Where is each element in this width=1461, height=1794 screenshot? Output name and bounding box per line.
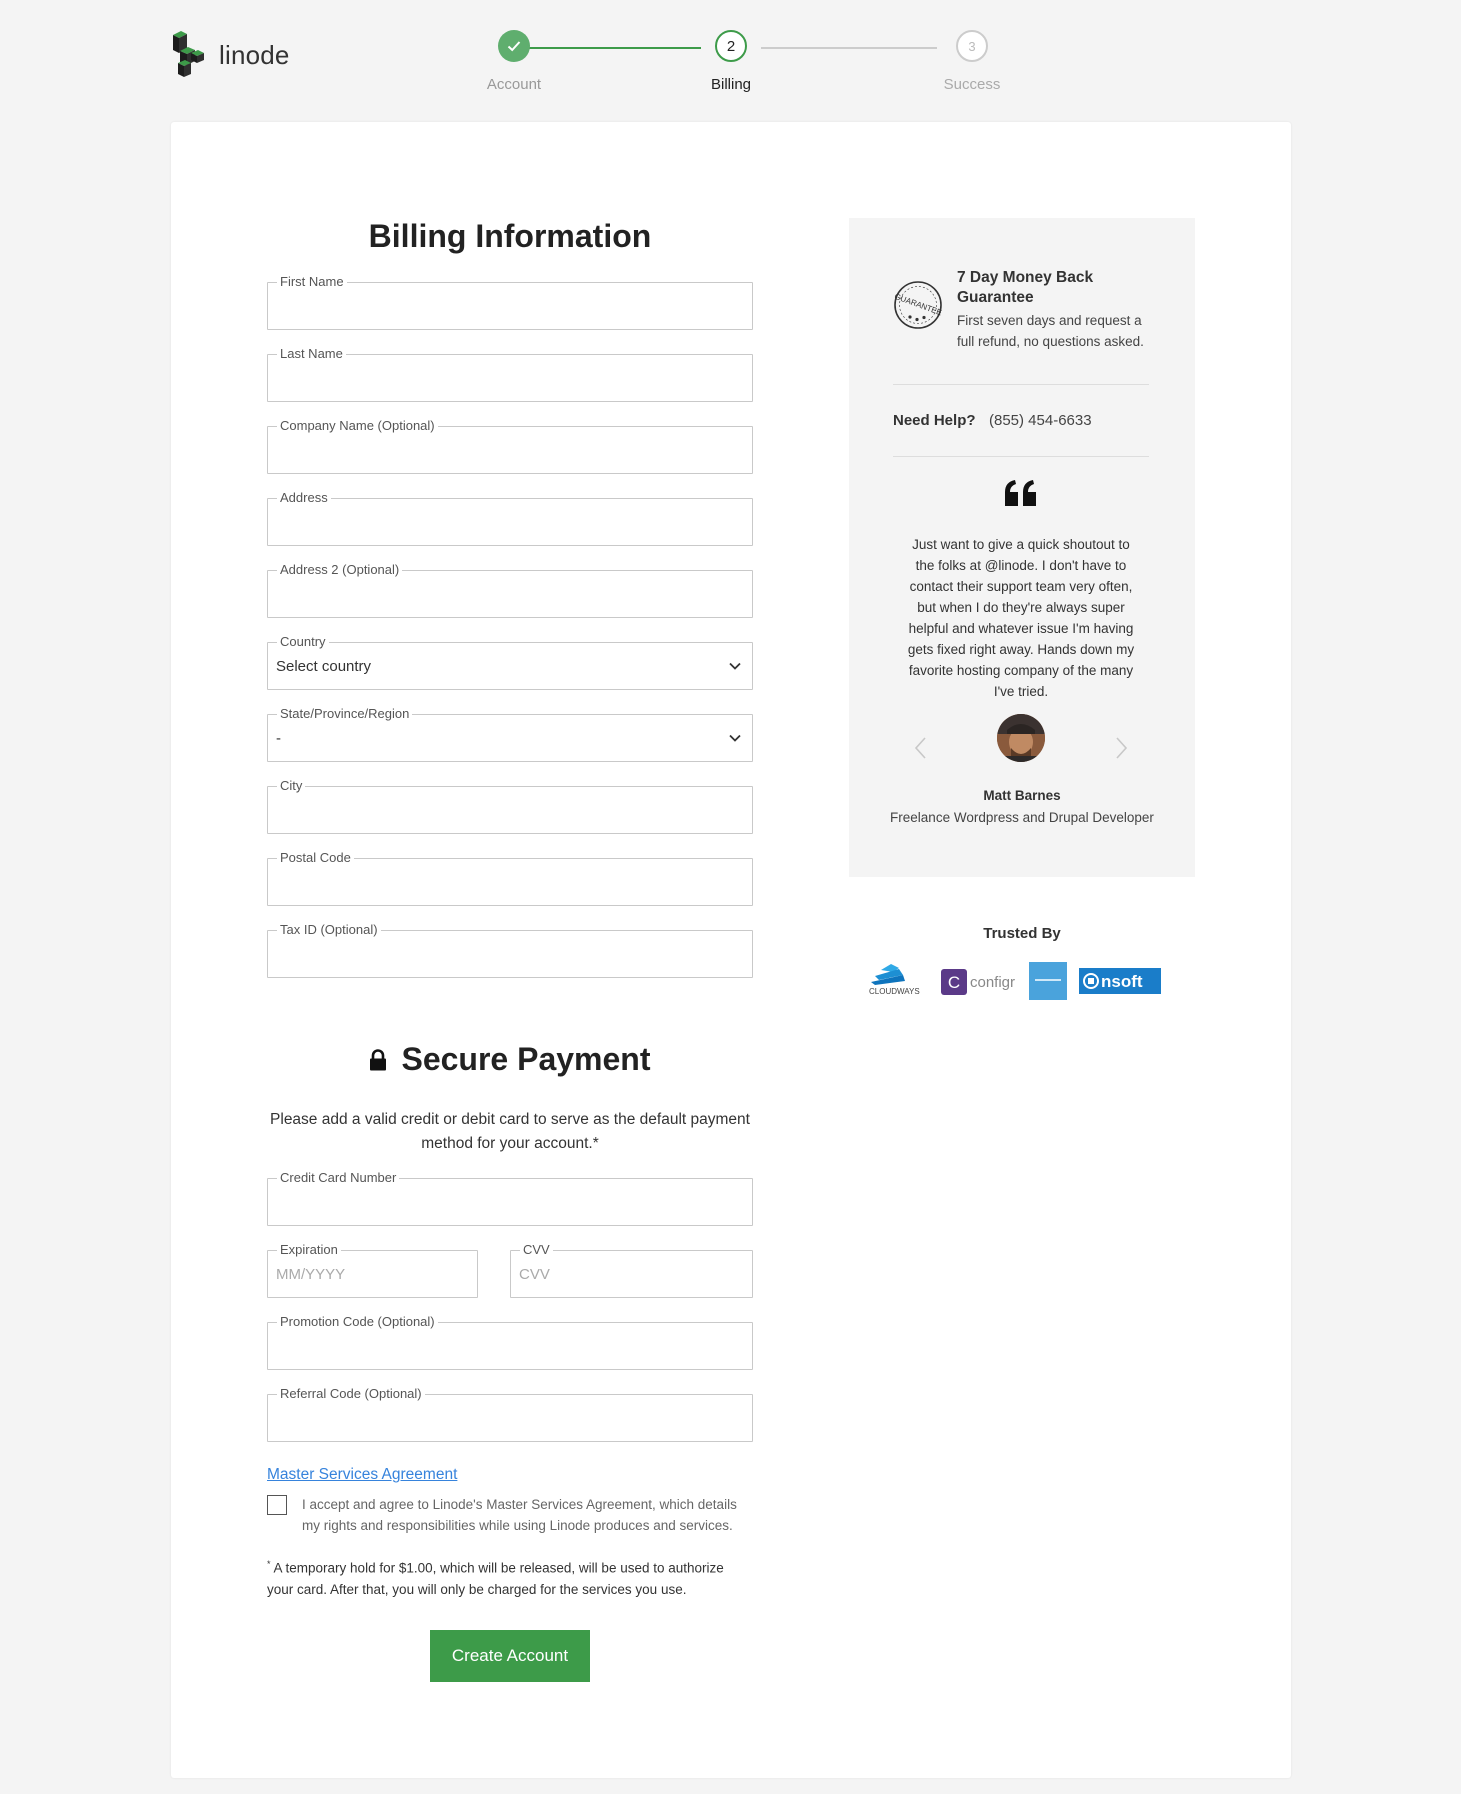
billing-title: Billing Information — [368, 218, 652, 254]
chevron-left-icon[interactable] — [913, 736, 929, 760]
guarantee-text: First seven days and request a full refu… — [957, 313, 1144, 349]
field-label: Expiration — [277, 1242, 341, 1258]
msa-link[interactable]: Master Services Agreement — [267, 1466, 457, 1484]
step-number: 3 — [956, 30, 988, 62]
lock-icon — [370, 1048, 387, 1070]
svg-text:nsoft: nsoft — [1101, 972, 1143, 991]
credit-card-number-field[interactable]: Credit Card Number — [267, 1170, 753, 1226]
secure-payment-heading: Secure Payment — [267, 1041, 753, 1078]
field-placeholder: CVV — [519, 1266, 550, 1283]
field-label: Last Name — [277, 346, 346, 362]
guarantee-seal-icon: GUARANTEE — [893, 281, 943, 329]
nsoft-logo: nsoft — [1079, 968, 1161, 994]
secure-payment-title: Secure Payment — [401, 1041, 651, 1077]
step-number: 2 — [715, 30, 747, 62]
linode-logo[interactable]: linode — [171, 31, 290, 79]
signup-card: Billing Information First Name Last Name… — [171, 122, 1291, 1778]
field-label: State/Province/Region — [277, 706, 413, 722]
quote-icon — [1005, 480, 1036, 506]
field-placeholder: MM/YYYY — [276, 1266, 346, 1283]
address2-field[interactable]: Address 2 (Optional) — [267, 562, 753, 618]
tax-id-field[interactable]: Tax ID (Optional) — [267, 922, 753, 978]
field-label: Company Name (Optional) — [277, 418, 438, 434]
trusted-by-title: Trusted By — [983, 925, 1061, 942]
promotion-code-field[interactable]: Promotion Code (Optional) — [267, 1314, 753, 1370]
info-sidebar: GUARANTEE 7 Day Money Back Guarantee Fir… — [849, 218, 1195, 877]
first-name-field[interactable]: First Name — [267, 274, 753, 330]
create-account-button[interactable]: Create Account — [430, 1630, 590, 1682]
last-name-field[interactable]: Last Name — [267, 346, 753, 402]
address-field[interactable]: Address — [267, 490, 753, 546]
field-label: Credit Card Number — [277, 1170, 400, 1186]
field-label: Referral Code (Optional) — [277, 1386, 425, 1402]
accept-msa-checkbox[interactable] — [267, 1495, 287, 1515]
cvv-field[interactable]: CVV CVV — [510, 1242, 753, 1298]
field-label: Tax ID (Optional) — [277, 922, 381, 938]
company-name-field[interactable]: Company Name (Optional) — [267, 418, 753, 474]
country-select[interactable]: Country Select country — [267, 634, 753, 690]
testimonial-quote: Just want to give a quick shoutout to th… — [907, 537, 1135, 699]
step-billing: 2 Billing — [671, 30, 791, 93]
step-label: Account — [486, 76, 542, 93]
help-phone[interactable]: (855) 454-6633 — [989, 412, 1092, 429]
signup-stepper: Account 2 Billing 3 Success — [450, 30, 1010, 100]
postal-code-field[interactable]: Postal Code — [267, 850, 753, 906]
svg-text:configr: configr — [970, 974, 1015, 991]
field-label: CVV — [520, 1242, 553, 1258]
chevron-right-icon[interactable] — [1113, 736, 1129, 760]
field-label: City — [277, 778, 306, 794]
chevron-down-icon — [729, 662, 741, 670]
field-label: Address 2 (Optional) — [277, 562, 403, 578]
temporary-hold-note: * A temporary hold for $1.00, which will… — [267, 1554, 753, 1600]
brand-name: linode — [219, 39, 290, 70]
configr-logo: C configr — [941, 969, 1015, 995]
divider — [893, 456, 1149, 457]
step-label: Success — [943, 76, 1001, 93]
chevron-down-icon — [729, 734, 741, 742]
partner-logo — [1029, 962, 1067, 1000]
field-label: Promotion Code (Optional) — [277, 1314, 438, 1330]
svg-text:C: C — [948, 973, 960, 992]
help-label: Need Help? — [893, 412, 976, 429]
field-label: Country — [277, 634, 329, 650]
check-icon — [498, 30, 530, 62]
trusted-logos: CLOUDWAYS C configr nsoft — [869, 962, 1161, 1000]
testimonial-name: Matt Barnes — [983, 788, 1061, 803]
referral-code-field[interactable]: Referral Code (Optional) — [267, 1386, 753, 1442]
avatar — [997, 714, 1045, 762]
svg-text:GUARANTEE: GUARANTEE — [893, 292, 943, 317]
selected-value: - — [276, 730, 281, 747]
hold-text: A temporary hold for $1.00, which will b… — [267, 1560, 724, 1597]
city-field[interactable]: City — [267, 778, 753, 834]
field-label: Postal Code — [277, 850, 354, 866]
selected-value: Select country — [276, 658, 372, 675]
step-account: Account — [454, 30, 574, 93]
cloudways-logo: CLOUDWAYS — [869, 964, 920, 996]
payment-description: Please add a valid credit or debit card … — [270, 1111, 750, 1152]
testimonial-role: Freelance Wordpress and Drupal Developer — [890, 810, 1154, 825]
guarantee-title: 7 Day Money Back Guarantee — [957, 269, 1094, 306]
linode-cube-icon — [171, 31, 213, 79]
divider — [893, 384, 1149, 385]
state-select[interactable]: State/Province/Region - — [267, 706, 753, 762]
accept-msa-label: I accept and agree to Linode's Master Se… — [302, 1497, 737, 1533]
expiration-field[interactable]: Expiration MM/YYYY — [267, 1242, 478, 1298]
step-success: 3 Success — [912, 30, 1032, 93]
step-label: Billing — [710, 76, 752, 93]
field-label: Address — [277, 490, 331, 506]
field-label: First Name — [277, 274, 347, 290]
svg-text:CLOUDWAYS: CLOUDWAYS — [869, 987, 920, 996]
